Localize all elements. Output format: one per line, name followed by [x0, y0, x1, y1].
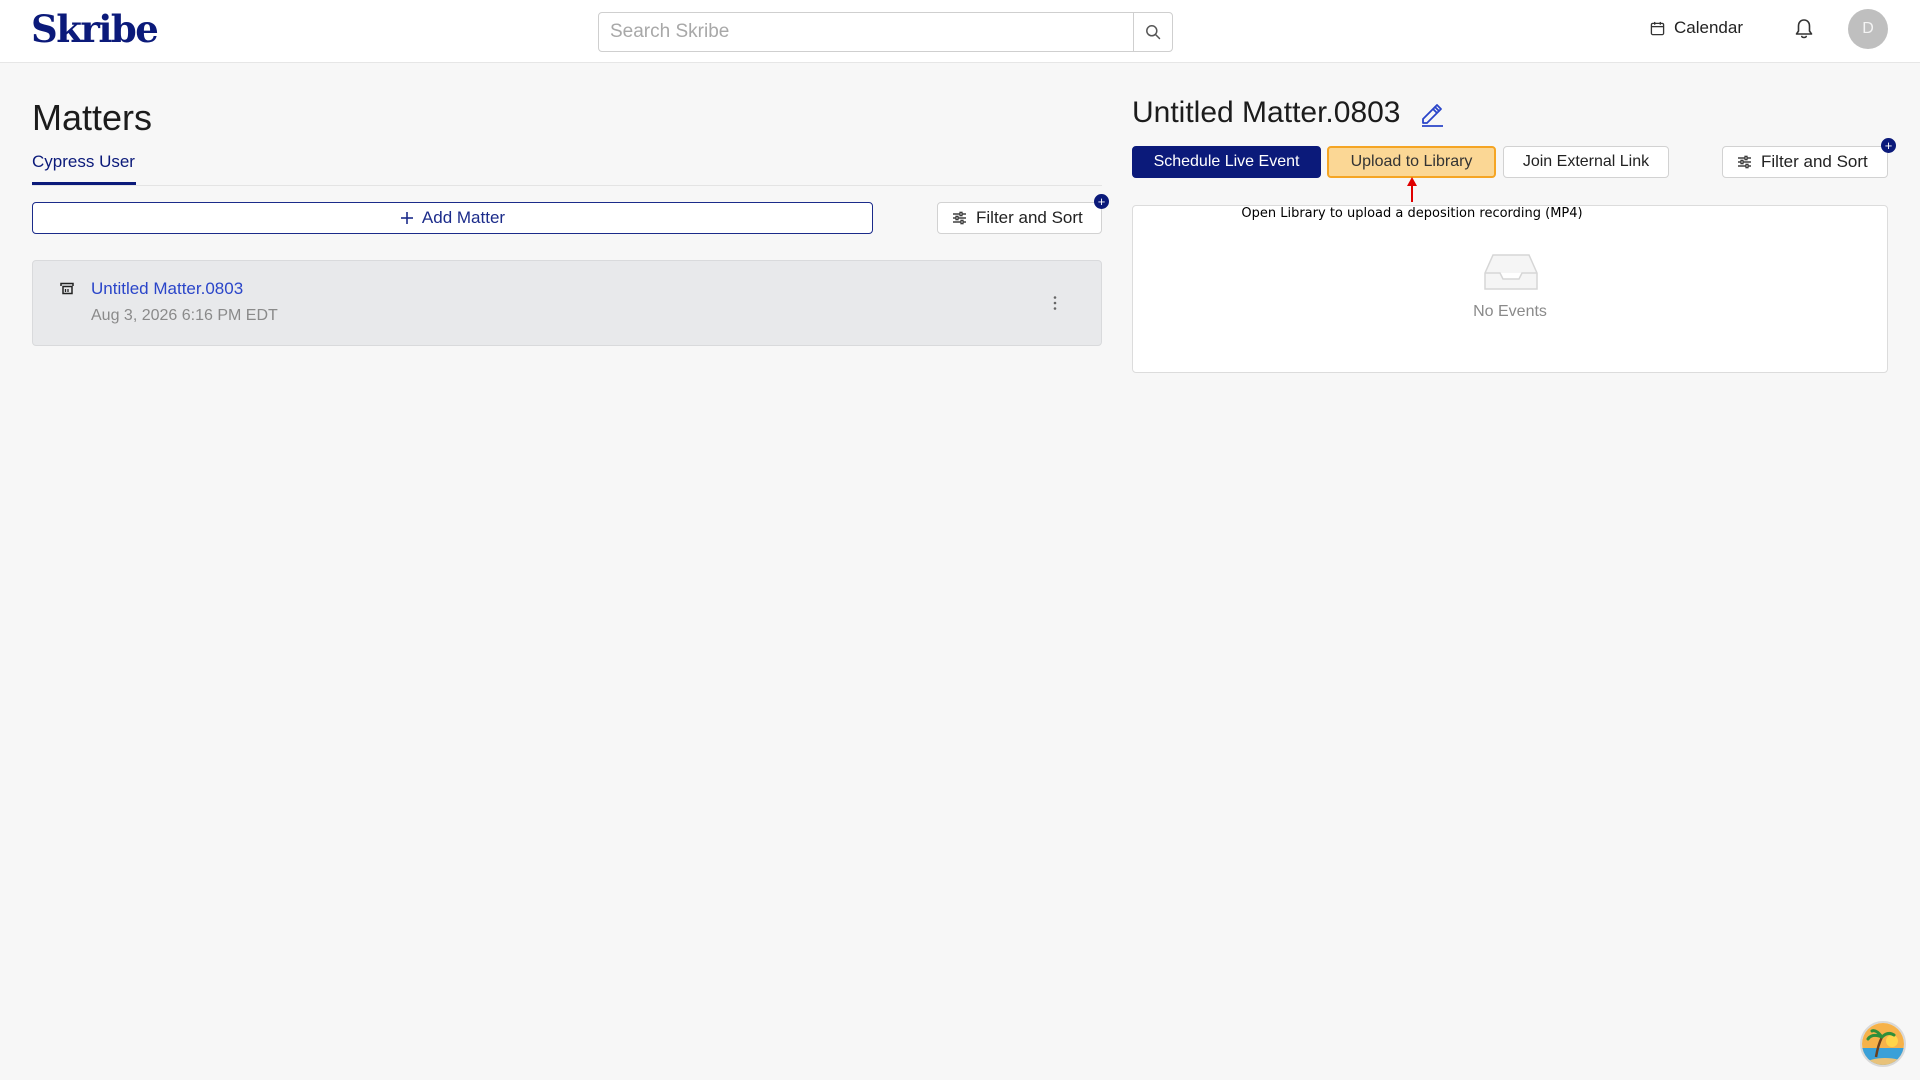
matter-date: Aug 3, 2026 6:16 PM EDT [91, 307, 278, 324]
filter-badge: + [1881, 138, 1896, 153]
search-button[interactable] [1133, 13, 1172, 51]
sliders-icon [1738, 155, 1751, 169]
annotation-arrow-icon [1407, 177, 1417, 202]
filter-sort-label: Filter and Sort [976, 208, 1083, 227]
search-icon [1146, 25, 1161, 40]
matter-detail-title: Untitled Matter.0803 [1132, 96, 1401, 129]
calendar-icon [1650, 21, 1665, 35]
filter-badge: + [1094, 194, 1109, 209]
upload-to-library-button[interactable]: Upload to Library [1327, 146, 1496, 178]
search-bar [598, 12, 1173, 52]
filter-sort-label: Filter and Sort [1761, 152, 1868, 171]
inbox-icon [1484, 254, 1538, 290]
empty-state-text: No Events [1473, 303, 1547, 320]
assistant-icon [1862, 1023, 1904, 1065]
matter-list-item[interactable]: Untitled Matter.0803 Aug 3, 2026 6:16 PM… [32, 260, 1102, 346]
matter-name-link[interactable]: Untitled Matter.0803 [91, 279, 243, 299]
annotation-hint-text: Open Library to upload a deposition reco… [1241, 206, 1583, 221]
tab-cypress-user[interactable]: Cypress User [32, 152, 135, 172]
kebab-icon[interactable] [1049, 294, 1061, 312]
matters-filter-sort-button[interactable]: Filter and Sort [937, 202, 1102, 234]
assistant-launcher[interactable] [1860, 1021, 1906, 1067]
add-matter-button[interactable]: Add Matter [32, 202, 873, 234]
calendar-link[interactable]: Calendar [1650, 16, 1743, 40]
user-avatar[interactable]: D [1848, 9, 1888, 49]
bell-icon[interactable] [1793, 17, 1815, 41]
plus-icon [400, 212, 413, 224]
top-header: Skribe Calendar D [0, 0, 1920, 63]
search-input[interactable] [599, 13, 1133, 51]
join-external-link-button[interactable]: Join External Link [1503, 146, 1669, 178]
calendar-label: Calendar [1674, 18, 1743, 37]
skribe-logo[interactable]: Skribe [31, 7, 159, 51]
schedule-live-event-button[interactable]: Schedule Live Event [1132, 146, 1321, 178]
events-filter-sort-button[interactable]: Filter and Sort [1722, 146, 1888, 178]
tab-divider [32, 185, 1102, 186]
sliders-icon [953, 211, 966, 225]
page-title: Matters [32, 97, 153, 138]
matter-icon [60, 282, 74, 295]
add-matter-label: Add Matter [421, 208, 506, 227]
pencil-icon[interactable] [1418, 99, 1446, 127]
